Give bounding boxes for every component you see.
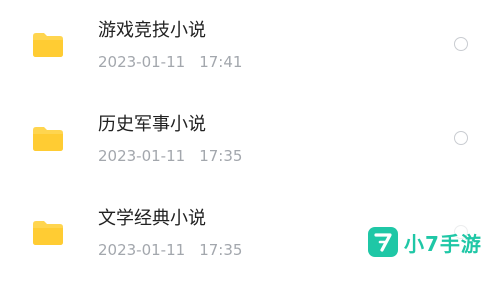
- seven-logo-icon: [368, 227, 398, 257]
- file-list-screen: 游戏竞技小说 2023-01-11 17:41 历史军事小说 2023-01-11…: [0, 0, 500, 281]
- file-date: 2023-01-11: [98, 241, 186, 259]
- file-name: 文学经典小说: [98, 208, 206, 229]
- file-date: 2023-01-11: [98, 147, 186, 165]
- file-name: 历史军事小说: [98, 114, 206, 135]
- folder-icon: [33, 221, 63, 245]
- file-date: 2023-01-11: [98, 53, 186, 71]
- select-radio[interactable]: [454, 37, 468, 51]
- watermark: 小7手游: [368, 224, 482, 260]
- file-time: 17:35: [199, 147, 243, 165]
- select-radio[interactable]: [454, 131, 468, 145]
- file-row[interactable]: 历史军事小说 2023-01-11 17:35: [0, 100, 500, 180]
- folder-icon: [33, 127, 63, 151]
- file-time: 17:41: [199, 53, 243, 71]
- folder-icon: [33, 33, 63, 57]
- file-meta: 2023-01-11 17:35: [98, 240, 242, 260]
- file-meta: 2023-01-11 17:35: [98, 146, 242, 166]
- file-time: 17:35: [199, 241, 243, 259]
- file-name: 游戏竞技小说: [98, 20, 206, 41]
- watermark-text: 小7手游: [404, 231, 482, 256]
- file-meta: 2023-01-11 17:41: [98, 52, 242, 72]
- file-row[interactable]: 游戏竞技小说 2023-01-11 17:41: [0, 6, 500, 86]
